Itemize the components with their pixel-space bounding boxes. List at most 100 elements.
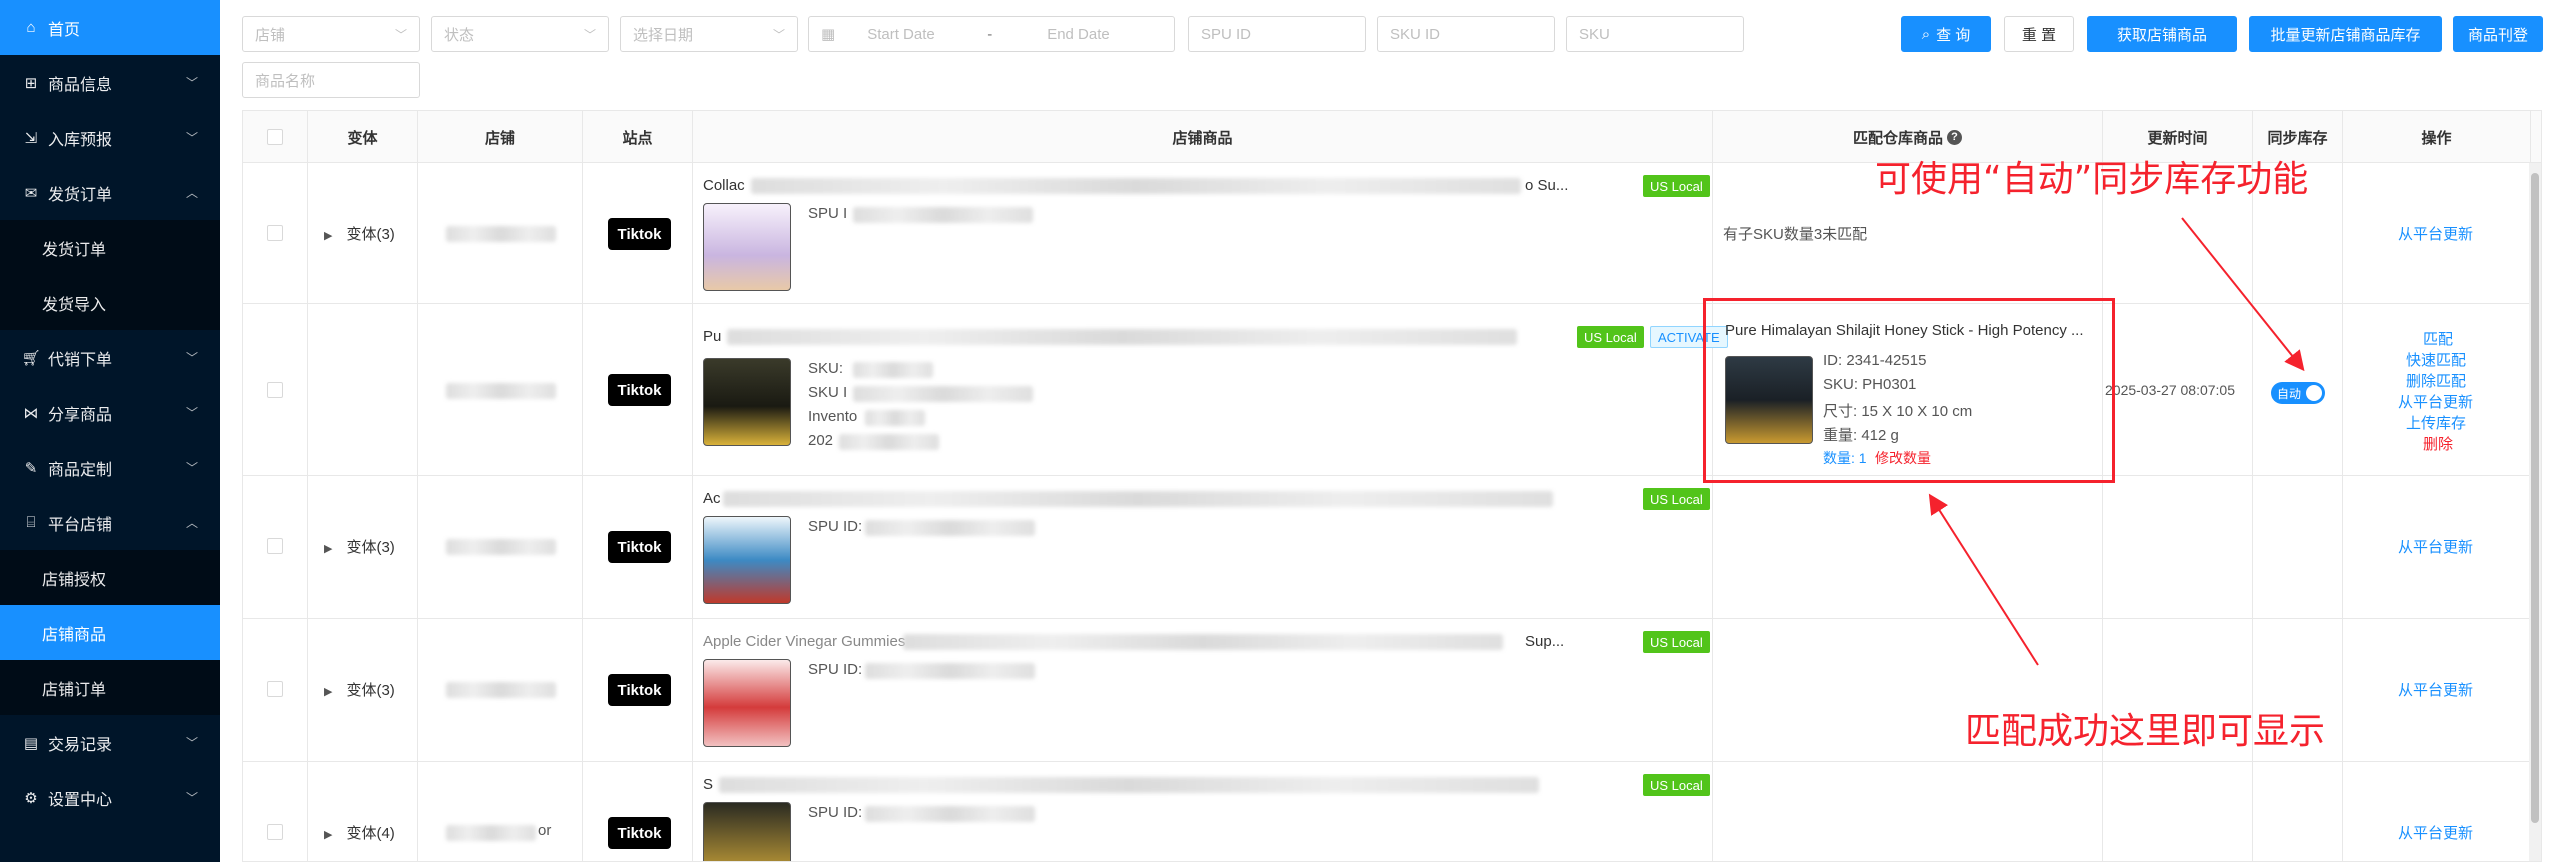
product-title-end: Sup... [1525,633,1565,650]
update-from-platform-link[interactable]: 从平台更新 [2398,679,2473,700]
variant-toggle[interactable]: ▶ 变体(3) [324,536,395,557]
cell-actions: 从平台更新 [2343,476,2531,618]
chevron-down-icon: ﹀ [185,76,198,90]
spu-value-redacted [865,806,1035,822]
spu-value-redacted [865,663,1035,679]
scrollbar-thumb[interactable] [2531,173,2539,823]
cell-site: Tiktok [583,476,693,618]
nav-label: 店铺订单 [42,681,107,699]
product-title-start: Collac [703,177,745,194]
auto-sync-toggle[interactable]: 自动 [2271,382,2325,404]
update-from-platform-link[interactable]: 从平台更新 [2398,391,2473,412]
cell-variant: ▶ 变体(4) [308,762,418,861]
spu-id-placeholder: SPU ID [1201,25,1252,43]
nav-sub-store-orders[interactable]: 店铺订单 [0,660,220,715]
chevron-up-icon: ︿ [185,186,198,200]
delete-link[interactable]: 删除 [2423,433,2453,454]
store-name-redacted [446,825,536,841]
variant-count: 变体(3) [346,682,395,699]
nav-inbound[interactable]: ⇲ 入库预报 ﹀ [0,110,220,165]
date-range-picker[interactable]: ▦ Start Date - End Date [808,16,1175,52]
product-title-redacted [723,491,1553,507]
update-from-platform-link[interactable]: 从平台更新 [2398,536,2473,557]
upload-stock-link[interactable]: 上传库存 [2406,412,2466,433]
cell-update-time: 2025-03-27 08:07:05 [2103,304,2253,475]
chevron-down-icon: ﹀ [185,736,198,750]
variant-toggle[interactable]: ▶ 变体(4) [324,822,395,843]
update-from-platform-link[interactable]: 从平台更新 [2398,822,2473,843]
store-name-redacted [446,539,556,555]
help-icon[interactable]: ? [1947,129,1962,145]
row-checkbox[interactable] [267,538,283,554]
date-type-select[interactable]: 选择日期 ﹀ [620,16,798,52]
product-thumbnail[interactable] [703,358,791,446]
nav-settings[interactable]: ⚙ 设置中心 ﹀ [0,770,220,825]
product-name-input[interactable]: 商品名称 [242,62,420,98]
inventory-label: Invento [808,408,858,425]
cell-variant: ▶ 变体(3) [308,476,418,618]
start-date-placeholder: Start Date [867,25,935,43]
status-select[interactable]: 状态 ﹀ [431,16,609,52]
match-link[interactable]: 匹配 [2423,328,2453,349]
nav-customize[interactable]: ✎ 商品定制 ﹀ [0,440,220,495]
batch-update-stock-button[interactable]: 批量更新店铺商品库存 [2249,16,2442,52]
product-title-redacted [903,634,1503,650]
product-thumbnail[interactable] [703,516,791,604]
product-thumbnail[interactable] [703,203,791,291]
row-checkbox[interactable] [267,681,283,697]
row-checkbox[interactable] [267,824,283,840]
product-thumbnail[interactable] [703,659,791,747]
chevron-down-icon: ﹀ [772,28,785,42]
nav-sub-shipping-import[interactable]: 发货导入 [0,275,220,330]
nav-label: 分享商品 [48,406,113,424]
sku-input[interactable]: SKU [1566,16,1744,52]
customize-icon: ✎ [24,459,38,477]
nav-label: 首页 [48,21,81,39]
toggle-knob [2306,385,2322,401]
query-button[interactable]: ⌕ 查 询 [1901,16,1991,52]
table-scrollbar[interactable] [2529,163,2541,861]
nav-sub-store-products[interactable]: 店铺商品 [0,605,220,660]
annotation-match-success: 匹配成功这里即可显示 [1965,711,2326,752]
reset-button[interactable]: 重 置 [2004,16,2074,52]
table-row: Tiktok Pu US Local ACTIVATE SKU: SKU I I… [243,304,2541,476]
home-icon: ⌂ [26,19,36,36]
caret-right-icon: ▶ [324,686,333,698]
store-name-redacted [446,226,556,242]
nav-platform-store[interactable]: ⌸ 平台店铺 ︿ [0,495,220,550]
nav-sub-shipping-orders[interactable]: 发货订单 [0,220,220,275]
row-checkbox[interactable] [267,225,283,241]
sku-id-input[interactable]: SKU ID [1377,16,1555,52]
nav-sub-store-auth[interactable]: 店铺授权 [0,550,220,605]
nav-transactions[interactable]: ▤ 交易记录 ﹀ [0,715,220,770]
cell-store [418,476,583,618]
product-thumbnail[interactable] [703,802,791,861]
store-select[interactable]: 店铺 ﹀ [242,16,420,52]
spu-id-input[interactable]: SPU ID [1188,16,1366,52]
quick-match-link[interactable]: 快速匹配 [2406,349,2466,370]
product-title-start: Ac [703,490,721,507]
row-checkbox[interactable] [267,382,283,398]
annotation-auto-sync: 可使用“自动”同步库存功能 [1875,159,2309,200]
chevron-down-icon: ﹀ [185,406,198,420]
mail-icon: ✉ [24,184,38,202]
cell-actions: 从平台更新 [2343,619,2531,761]
nav-home[interactable]: ⌂ 首页 [0,0,220,55]
fetch-store-products-button[interactable]: 获取店铺商品 [2087,16,2237,52]
spu-label: SPU ID: [808,661,863,678]
select-all-checkbox[interactable] [267,129,283,145]
update-from-platform-link[interactable]: 从平台更新 [2398,223,2473,244]
nav-share[interactable]: ⋈ 分享商品 ﹀ [0,385,220,440]
variant-toggle[interactable]: ▶ 变体(3) [324,223,395,244]
nav-consignment[interactable]: 🛒︎ 代销下单 ﹀ [0,330,220,385]
cell-site: Tiktok [583,762,693,861]
delete-match-link[interactable]: 删除匹配 [2406,370,2466,391]
nav-label: 发货导入 [42,296,107,314]
cell-store [418,163,583,303]
variant-toggle[interactable]: ▶ 变体(3) [324,679,395,700]
nav-product-info[interactable]: ⊞ 商品信息 ﹀ [0,55,220,110]
cell-update-time [2103,476,2253,618]
spu-label: SPU ID: [808,804,863,821]
nav-shipping-orders[interactable]: ✉ 发货订单 ︿ [0,165,220,220]
publish-product-button[interactable]: 商品刊登 [2453,16,2543,52]
